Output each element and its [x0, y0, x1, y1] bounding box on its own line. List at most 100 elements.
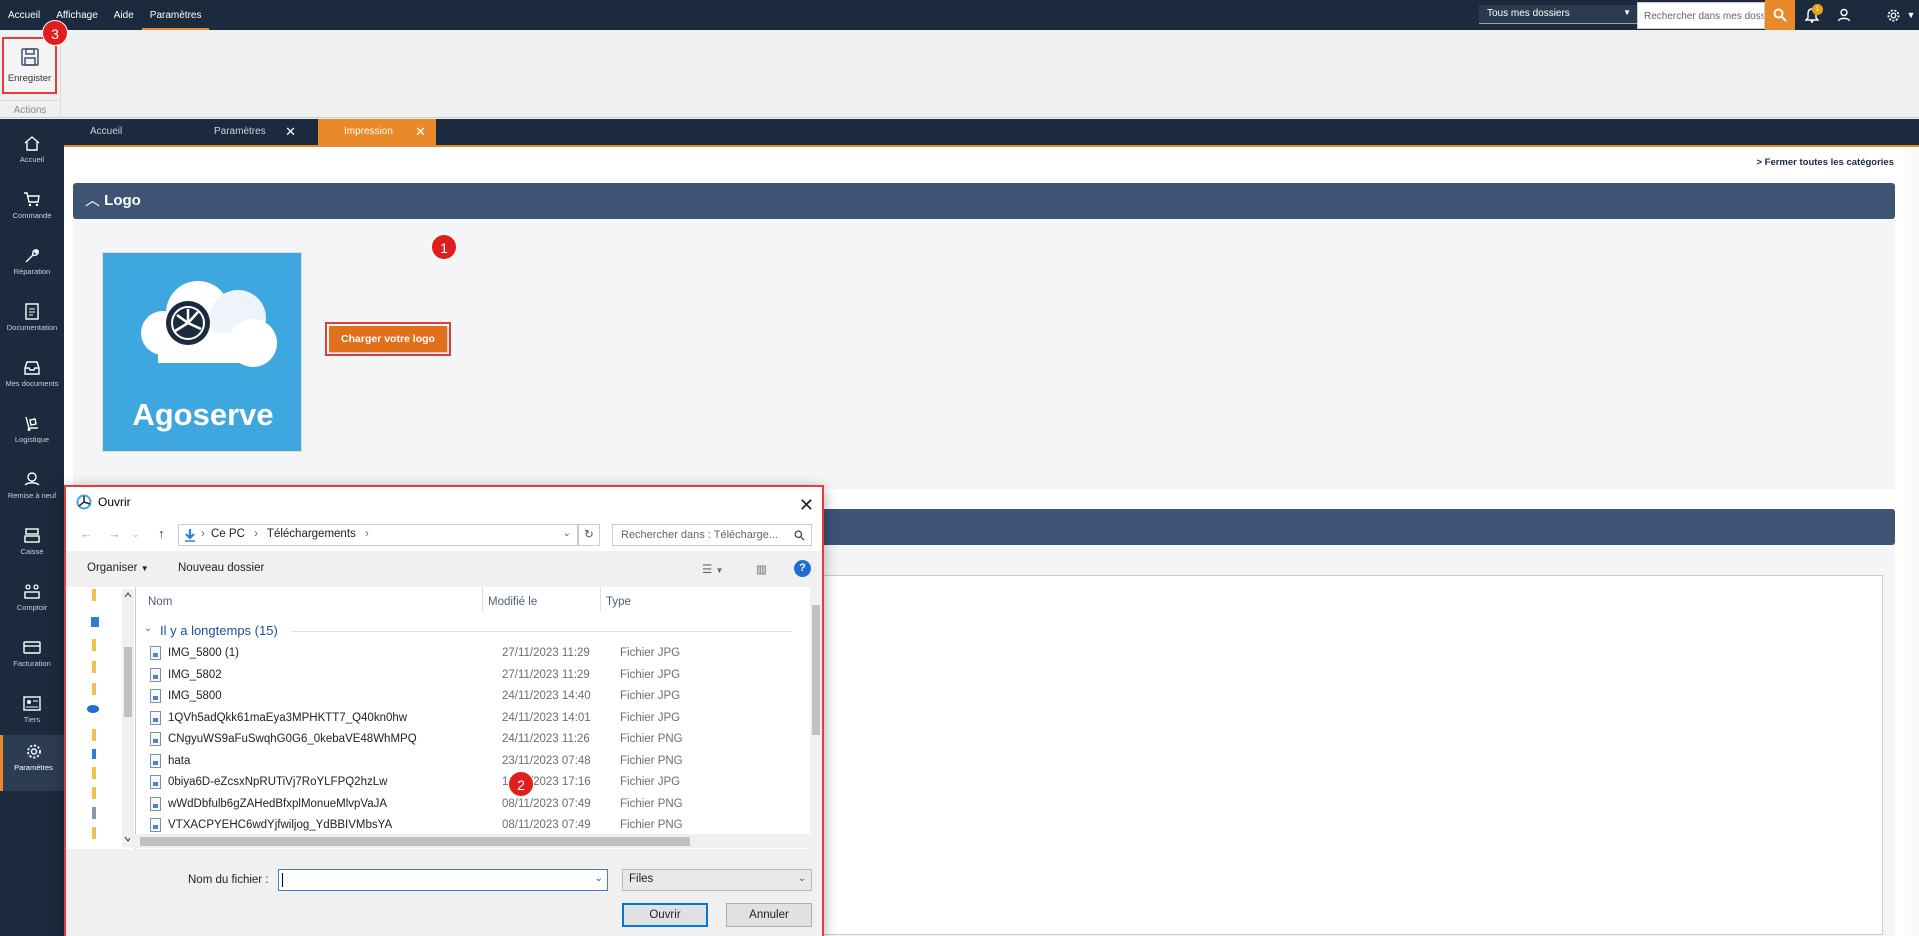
- file-date: 24/11/2023 14:40: [502, 690, 591, 702]
- text-cursor: [282, 873, 283, 887]
- nav-label: Remise à neuf: [7, 491, 57, 500]
- search-button[interactable]: [1765, 0, 1795, 30]
- close-icon[interactable]: ✕: [799, 490, 814, 520]
- logo-section-title: Logo: [104, 192, 141, 209]
- back-arrow-icon[interactable]: ←: [80, 526, 93, 541]
- nav-item-parametres[interactable]: Paramètres: [0, 735, 64, 791]
- breadcrumb-ce-pc[interactable]: Ce PC: [211, 528, 245, 540]
- dialog-footer: Nom du fichier : ⌄ Files ⌄ Ouvrir Annule…: [66, 849, 822, 936]
- scrollbar-thumb[interactable]: [140, 837, 690, 846]
- content-scrollbar[interactable]: [1905, 147, 1919, 936]
- organize-button[interactable]: Organiser ▼: [87, 562, 149, 574]
- nav-label: Paramètres: [14, 763, 53, 772]
- caret-down-icon: ▼: [715, 566, 724, 575]
- file-list: Nom Modifié le Type ⌄ Il y a longtemps (…: [136, 587, 814, 849]
- chevron-down-icon: ⌄: [797, 873, 806, 884]
- file-row[interactable]: wWdDbfulb6gZAHedBfxplMonueMlvpVaJA 08/11/…: [150, 794, 790, 815]
- nav-item-accueil[interactable]: Accueil: [0, 127, 64, 183]
- search-icon: [794, 530, 805, 541]
- file-type: Fichier PNG: [620, 819, 683, 831]
- refresh-icon: ↻: [584, 529, 594, 541]
- refurbish-icon: [24, 472, 40, 486]
- file-list-horizontal-scrollbar[interactable]: [130, 834, 812, 848]
- folder-select[interactable]: Tous mes dossiers ▼: [1479, 5, 1637, 24]
- user-button[interactable]: [1829, 0, 1859, 30]
- preview-pane-button[interactable]: ▥: [756, 562, 767, 576]
- chevron-down-icon[interactable]: ▼: [1903, 0, 1919, 30]
- close-icon[interactable]: ✕: [415, 119, 426, 145]
- scrollbar-thumb[interactable]: [812, 605, 820, 735]
- nav-label: Facturation: [13, 659, 51, 668]
- nav-item-reparation[interactable]: Réparation: [0, 239, 64, 295]
- file-type: Fichier PNG: [620, 754, 683, 767]
- nav-item-remise-a-neuf[interactable]: Remise à neuf: [0, 463, 64, 519]
- cancel-button[interactable]: Annuler: [726, 903, 812, 927]
- file-row[interactable]: IMG_5800 24/11/2023 14:40 Fichier JPG: [150, 686, 790, 707]
- upload-logo-button[interactable]: Charger votre logo: [325, 322, 451, 356]
- column-header-modified[interactable]: Modifié le: [488, 587, 537, 615]
- file-row[interactable]: IMG_5800 (1) 27/11/2023 11:29 Fichier JPG: [150, 643, 790, 664]
- column-header-type[interactable]: Type: [606, 587, 631, 615]
- image-file-icon: [150, 667, 161, 682]
- dialog-search-input[interactable]: Rechercher dans : Télécharge...: [612, 524, 812, 546]
- list-view-icon: ☰: [702, 564, 713, 576]
- filename-input[interactable]: ⌄: [278, 869, 608, 891]
- file-row[interactable]: VTXACPYEHC6wdYjfwiljog_YdBBIVMbsYA 08/11/…: [150, 815, 790, 836]
- nav-item-facturation[interactable]: Facturation: [0, 631, 64, 687]
- image-file-icon: [150, 796, 161, 811]
- address-bar[interactable]: › Ce PC › Téléchargements › ⌄: [178, 524, 578, 546]
- chevron-right-icon: ›: [364, 528, 369, 540]
- menu-accueil[interactable]: Accueil: [0, 0, 48, 30]
- main-menu: Accueil Affichage Aide Paramètres: [0, 0, 210, 30]
- chevron-down-icon[interactable]: ⌄: [595, 873, 603, 884]
- file-list-vertical-scrollbar[interactable]: [810, 587, 822, 849]
- group-divider: [292, 631, 792, 632]
- tab-parametres[interactable]: Paramètres ✕: [188, 119, 306, 145]
- nav-item-mes-documents[interactable]: Mes documents: [0, 351, 64, 407]
- close-icon[interactable]: ✕: [285, 119, 296, 145]
- file-row[interactable]: IMG_5802 27/11/2023 11:29 Fichier JPG: [150, 665, 790, 686]
- chevron-down-icon[interactable]: ⌄: [132, 529, 140, 540]
- file-row[interactable]: CNgyuWS9aFuSwqhG0G6_0kebaVE48WhMPQ 24/11/…: [150, 729, 790, 750]
- file-date: 24/11/2023 14:01: [502, 711, 591, 724]
- tab-accueil[interactable]: Accueil: [64, 119, 182, 145]
- new-folder-button[interactable]: Nouveau dossier: [178, 562, 264, 574]
- file-name: IMG_5802: [168, 668, 222, 681]
- refresh-button[interactable]: ↻: [578, 524, 600, 546]
- nav-item-comptoir[interactable]: Comptoir: [0, 575, 64, 631]
- chevron-down-icon[interactable]: ⌄: [563, 528, 571, 539]
- dolly-icon: [25, 416, 38, 431]
- close-all-categories-link[interactable]: > Fermer toutes les catégories: [1756, 157, 1894, 168]
- logo-section-header[interactable]: ︿ Logo: [73, 183, 1895, 219]
- notifications-button[interactable]: 1: [1797, 0, 1827, 30]
- menu-parametres[interactable]: Paramètres: [141, 0, 210, 30]
- view-options-button[interactable]: ☰ ▼: [702, 562, 723, 576]
- nav-item-logistique[interactable]: Logistique: [0, 407, 64, 463]
- navigation-pane[interactable]: [86, 587, 136, 849]
- nav-item-commande[interactable]: Commande: [0, 183, 64, 239]
- forward-arrow-icon[interactable]: →: [108, 526, 121, 541]
- breadcrumb-telechargements[interactable]: Téléchargements: [267, 528, 356, 540]
- cloud-fan-logo-icon: [141, 281, 277, 367]
- file-group-header[interactable]: ⌄ Il y a longtemps (15): [144, 621, 794, 641]
- column-header-name[interactable]: Nom: [148, 587, 172, 615]
- tab-impression[interactable]: Impression ✕: [318, 119, 436, 145]
- help-icon[interactable]: ?: [794, 560, 811, 577]
- image-file-icon: [150, 710, 161, 725]
- close-all-label: Fermer toutes les catégories: [1764, 157, 1894, 168]
- menu-aide[interactable]: Aide: [106, 0, 142, 30]
- nav-item-documentation[interactable]: Documentation: [0, 295, 64, 351]
- nav-item-caisse[interactable]: Caisse: [0, 519, 64, 575]
- open-button[interactable]: Ouvrir: [622, 903, 708, 927]
- save-button[interactable]: Enregister: [2, 37, 57, 94]
- up-arrow-icon[interactable]: ↑: [158, 526, 165, 541]
- dialog-toolbar: Organiser ▼ Nouveau dossier ☰ ▼ ▥ ?: [66, 551, 822, 587]
- file-row[interactable]: hata 23/11/2023 07:48 Fichier PNG: [150, 751, 790, 772]
- file-row[interactable]: 1QVh5adQkk61maEya3MPHKTT7_Q40kn0hw 24/11/…: [150, 708, 790, 729]
- global-search-input[interactable]: Rechercher dans mes dossiers: [1637, 2, 1765, 29]
- preview-pane-icon: ▥: [756, 564, 767, 576]
- file-date: 27/11/2023 11:29: [502, 647, 590, 659]
- filetype-select[interactable]: Files ⌄: [622, 869, 812, 891]
- filetype-value: Files: [629, 873, 654, 885]
- file-row[interactable]: 0biya6D-eZcsxNpRUTiVj7RoYLFPQ2hzLw 10/11/…: [150, 772, 790, 793]
